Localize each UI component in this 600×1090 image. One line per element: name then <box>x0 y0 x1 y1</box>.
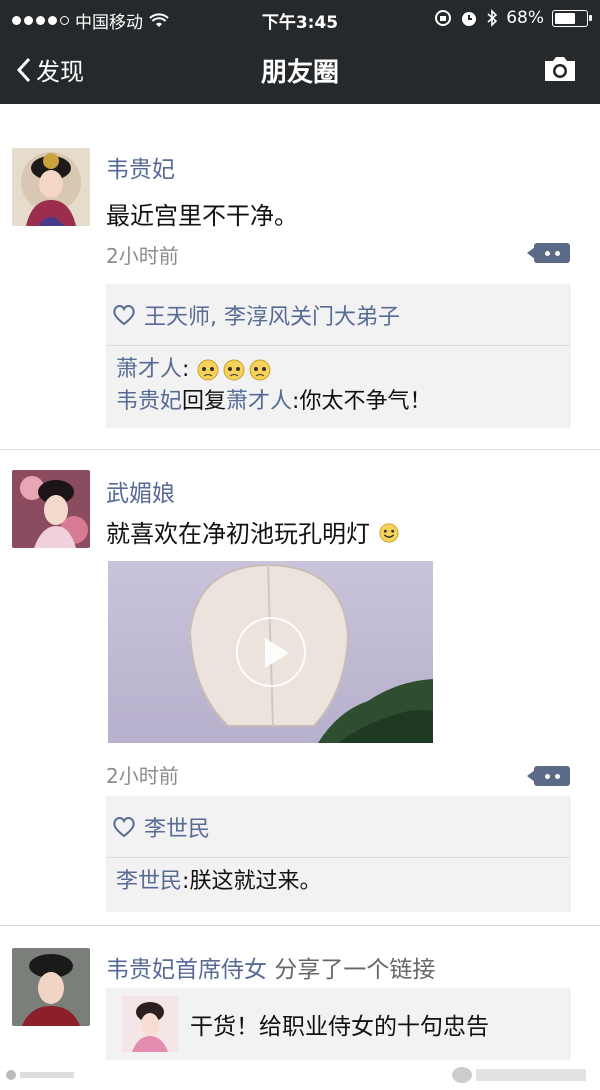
link-title: 干货！给职业侍女的十句忠告 <box>190 1014 489 1040</box>
comment-button[interactable] <box>527 766 570 786</box>
interaction-box: 王天师, 李淳风关门大弟子 萧才人: 韦贵妃回复萧才人:你太不争气！ <box>106 284 571 428</box>
alarm-icon <box>462 12 477 26</box>
comment-user[interactable]: 韦贵妃 <box>116 389 182 414</box>
author-name[interactable]: 武媚娘 <box>106 474 175 508</box>
bluetooth-icon <box>487 9 498 27</box>
smile-icon <box>379 523 399 543</box>
author-name[interactable]: 韦贵妃 <box>106 150 175 184</box>
link-thumbnail <box>122 996 178 1052</box>
comment-button[interactable] <box>527 243 570 263</box>
camera-icon <box>545 57 575 81</box>
avatar[interactable] <box>12 948 90 1026</box>
heart-icon <box>113 816 135 837</box>
heart-icon <box>113 304 135 325</box>
avatar[interactable] <box>12 148 90 226</box>
watermark-logo <box>6 1068 76 1085</box>
orientation-lock-icon <box>435 10 452 26</box>
status-bar: 中国移动 下午3:45 68% <box>0 0 600 36</box>
moment-post: 武媚娘 就喜欢在净初池玩孔明灯 2小时前 李世民 李世民:朕这就过来。 <box>0 450 600 926</box>
likes-names[interactable]: 王天师, 李淳风关门大弟子 <box>144 299 400 331</box>
comment-item: 萧才人: <box>116 354 561 386</box>
nav-bar: 发现 朋友圈 <box>0 36 600 104</box>
page-title: 朋友圈 <box>260 58 339 88</box>
author-line: 韦贵妃首席侍女 分享了一个链接 <box>106 950 435 984</box>
interaction-box: 李世民 李世民:朕这就过来。 <box>106 796 571 912</box>
battery-percent: 68% <box>506 8 544 28</box>
battery-icon <box>552 9 592 27</box>
sad-face-icon <box>196 358 272 382</box>
comment-user[interactable]: 萧才人 <box>116 357 182 382</box>
comments-list: 萧才人: 韦贵妃回复萧才人:你太不争气！ <box>106 346 571 426</box>
comment-text: 朕这就过来。 <box>189 869 322 894</box>
weibo-watermark <box>450 1062 590 1090</box>
post-time: 2小时前 <box>106 764 179 788</box>
shared-link-card[interactable]: 干货！给职业侍女的十句忠告 <box>106 988 571 1060</box>
post-time: 2小时前 <box>106 244 179 268</box>
likes-row: 王天师, 李淳风关门大弟子 <box>106 284 571 346</box>
video-thumbnail[interactable] <box>108 561 433 743</box>
likes-row: 李世民 <box>106 796 571 858</box>
comment-text: 你太不争气！ <box>299 389 432 414</box>
author-name[interactable]: 韦贵妃首席侍女 <box>106 957 267 983</box>
comments-list: 李世民:朕这就过来。 <box>106 858 571 906</box>
comment-item: 李世民:朕这就过来。 <box>116 869 322 894</box>
share-label: 分享了一个链接 <box>274 957 436 983</box>
reply-target[interactable]: 萧才人 <box>226 389 292 414</box>
comment-user[interactable]: 李世民 <box>116 869 182 894</box>
post-text: 最近宫里不干净。 <box>106 202 298 230</box>
camera-button[interactable] <box>542 54 578 88</box>
likes-names[interactable]: 李世民 <box>144 811 210 843</box>
moment-post: 韦贵妃 最近宫里不干净。 2小时前 王天师, 李淳风关门大弟子 萧才人: 韦贵妃… <box>0 104 600 450</box>
avatar[interactable] <box>12 470 90 548</box>
comment-item: 韦贵妃回复萧才人:你太不争气！ <box>116 389 432 414</box>
post-text: 就喜欢在净初池玩孔明灯 <box>106 514 400 549</box>
play-icon[interactable] <box>235 617 306 687</box>
